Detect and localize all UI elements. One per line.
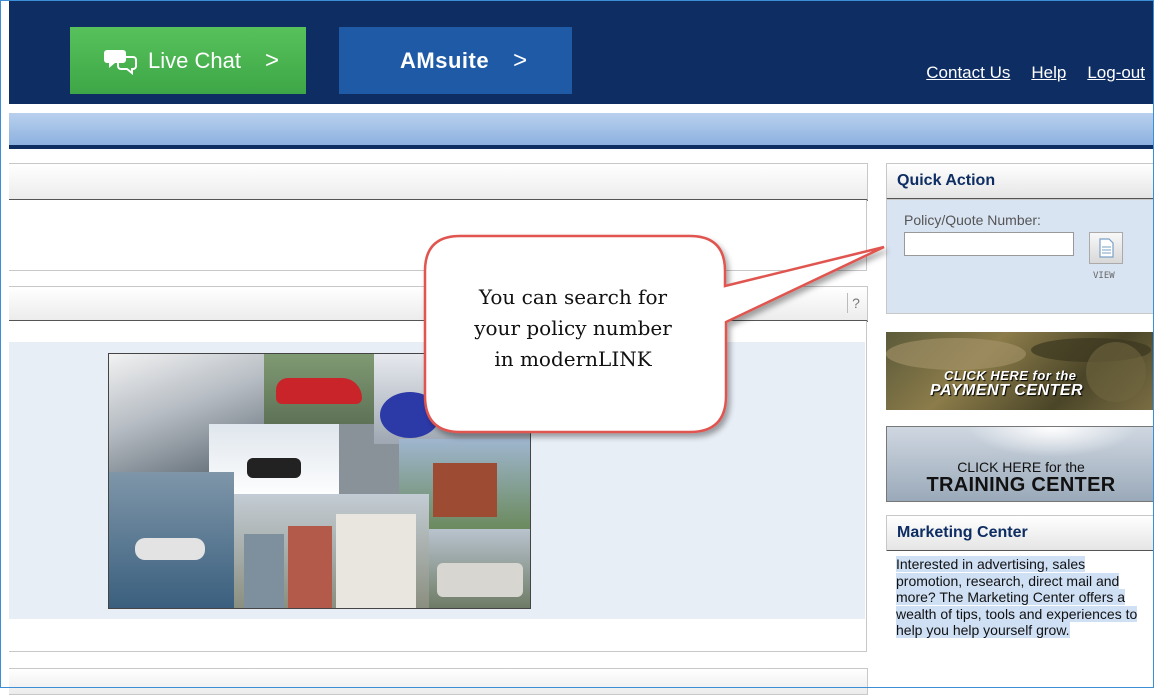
help-link[interactable]: Help [1031, 63, 1066, 83]
view-label: VIEW [1093, 271, 1115, 281]
promo-area [9, 342, 865, 619]
amsuite-button[interactable]: AMsuite > [339, 27, 572, 94]
top-links: Contact Us Help Log-out [926, 63, 1145, 83]
callout-text: You can search for your policy number in… [428, 282, 718, 375]
chevron-right-icon: > [513, 46, 528, 74]
header-divider [9, 104, 1154, 113]
payment-banner-line1: CLICK HERE for the [944, 368, 1077, 383]
rv-photo [429, 529, 530, 608]
logout-link[interactable]: Log-out [1087, 63, 1145, 83]
training-banner-line2: TRAINING CENTER [926, 474, 1116, 496]
insurance-products-collage-image [108, 353, 531, 609]
payment-banner-line2: PAYMENT CENTER [930, 382, 1084, 399]
chevron-right-icon: > [264, 46, 279, 74]
live-chat-label: Live Chat [148, 47, 241, 73]
car-photo [264, 354, 374, 424]
view-button[interactable] [1089, 232, 1123, 264]
sub-navigation-bar [9, 113, 1154, 145]
document-icon [1099, 238, 1114, 258]
payment-center-banner[interactable]: CLICK HERE for the PAYMENT CENTER [886, 332, 1154, 410]
marketing-body-text: Interested in advertising, sales promoti… [896, 556, 1138, 638]
policy-number-input[interactable] [904, 232, 1074, 256]
marketing-center-title: Marketing Center [897, 524, 1028, 541]
policy-number-label: Policy/Quote Number: [904, 212, 1041, 228]
training-banner-line1: CLICK HERE for the [957, 459, 1085, 475]
sub-navigation-underline [9, 145, 1154, 149]
contact-us-link[interactable]: Contact Us [926, 63, 1010, 83]
site-header: Live Chat > AMsuite > Contact Us Help Lo… [9, 0, 1154, 104]
panel-header-3 [9, 668, 868, 695]
quick-action-title: Quick Action [897, 172, 996, 189]
panel-body-1 [9, 200, 867, 271]
marketing-center-header: Marketing Center [886, 515, 1154, 552]
panel-header-1 [9, 163, 868, 201]
callout-line: You can search for [478, 285, 668, 309]
live-chat-button[interactable]: Live Chat > [70, 27, 306, 94]
banner-glow [967, 427, 1137, 457]
townhouses-photo [234, 494, 429, 608]
callout-line: in modernLINK [494, 347, 652, 371]
marketing-center-panel: Interested in advertising, sales promoti… [886, 551, 1154, 691]
jetski-photo [109, 472, 234, 608]
quick-action-panel: Policy/Quote Number: VIEW [886, 199, 1154, 314]
callout-line: your policy number [474, 316, 672, 340]
amsuite-label: AMsuite [400, 47, 490, 73]
chat-bubbles-icon [104, 49, 137, 75]
quick-action-header: Quick Action [886, 163, 1154, 200]
help-question-button[interactable]: ? [847, 293, 864, 313]
marketing-center-description: Interested in advertising, sales promoti… [896, 556, 1152, 639]
training-center-banner[interactable]: CLICK HERE for the TRAINING CENTER [886, 426, 1154, 502]
